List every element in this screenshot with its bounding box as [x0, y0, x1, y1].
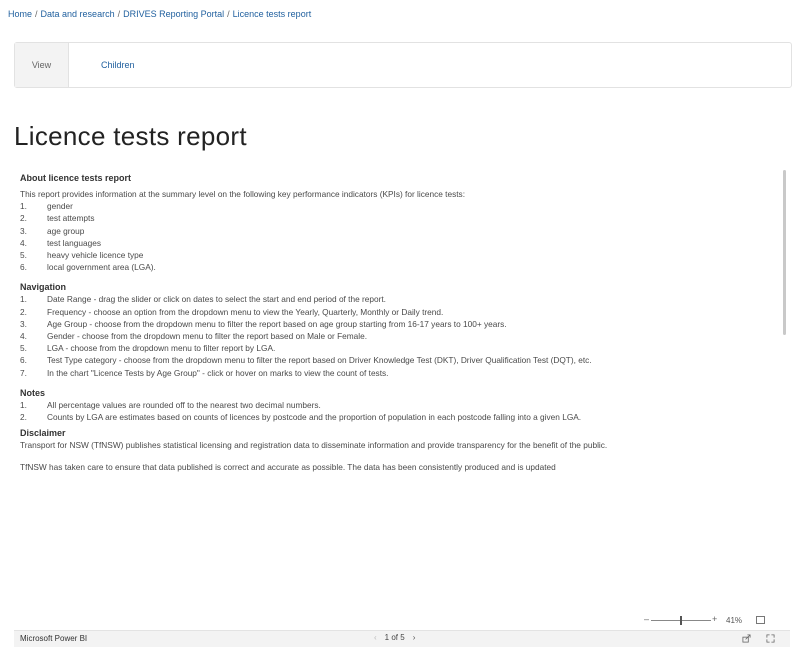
breadcrumb-separator: /	[227, 9, 230, 19]
zoom-out-button[interactable]: –	[644, 614, 649, 624]
notes-list: 1. All percentage values are rounded off …	[20, 399, 782, 423]
list-item: 2. Frequency - choose an option from the …	[20, 306, 444, 317]
about-heading: About licence tests report	[20, 173, 132, 183]
list-item: 5. LGA - choose from the dropdown menu to…	[20, 343, 276, 354]
report-footer: Microsoft Power BI ‹ 1 of 5 ›	[14, 630, 790, 647]
zoom-percent: 41%	[726, 616, 743, 625]
tab-view[interactable]: View	[15, 43, 69, 87]
list-item: 1. Date Range - drag the slider or click …	[20, 294, 386, 305]
kpi-list: 1. gender 2. test attempts 3. age group 4. t…	[20, 200, 782, 273]
list-item: 3. Age Group - choose from the dropdown m…	[20, 318, 507, 329]
previous-page-button[interactable]: ‹	[374, 633, 377, 642]
zoom-in-button[interactable]: +	[712, 614, 717, 624]
list-item: 1. gender	[20, 201, 73, 212]
about-intro: This report provides information at the …	[20, 189, 465, 199]
disclaimer-paragraph: Transport for NSW (TfNSW) publishes stat…	[20, 440, 608, 451]
report-text-panel[interactable]: About licence tests report This report p…	[20, 172, 782, 612]
report-scrollbar[interactable]	[783, 170, 786, 335]
disclaimer-heading: Disclaimer	[20, 428, 66, 439]
page-title: Licence tests report	[14, 121, 247, 152]
share-icon[interactable]	[742, 634, 751, 643]
next-page-button[interactable]: ›	[413, 633, 416, 642]
tab-bar: View Children	[14, 42, 792, 88]
power-bi-report-embed[interactable]: About licence tests report This report p…	[14, 160, 790, 647]
page-navigator: ‹ 1 of 5 ›	[374, 633, 415, 642]
fit-to-page-icon[interactable]	[756, 616, 765, 624]
list-item: 3. age group	[20, 225, 85, 236]
list-item: 5. heavy vehicle licence type	[20, 250, 144, 261]
navigation-heading: Navigation	[20, 282, 67, 293]
breadcrumb-data-and-research[interactable]: Data and research	[41, 9, 115, 19]
zoom-bar: – + 41%	[14, 612, 790, 630]
list-item: 7. In the chart "Licence Tests by Age Gro…	[20, 367, 389, 378]
list-item: 2. test attempts	[20, 213, 95, 224]
breadcrumb-home[interactable]: Home	[8, 9, 32, 19]
list-item: 4. Gender - choose from the dropdown menu…	[20, 331, 368, 342]
breadcrumb-separator: /	[35, 9, 38, 19]
navigation-list: 1. Date Range - drag the slider or click …	[20, 293, 782, 378]
tab-children[interactable]: Children	[89, 43, 147, 87]
list-item: 1. All percentage values are rounded off …	[20, 399, 321, 410]
zoom-slider-thumb[interactable]	[680, 616, 682, 625]
list-item: 2. Counts by LGA are estimates based on c…	[20, 412, 582, 423]
notes-heading: Notes	[20, 387, 46, 398]
breadcrumb: Home / Data and research / DRIVES Reporting …	[8, 9, 311, 19]
breadcrumb-separator: /	[117, 9, 121, 19]
fullscreen-icon[interactable]	[766, 634, 775, 643]
disclaimer-paragraph: TfNSW has taken care to ensure that data…	[20, 462, 556, 473]
list-item: 6. Test Type category - choose from the d…	[20, 355, 592, 366]
list-item: 4. test languages	[20, 237, 101, 248]
breadcrumb-current-page[interactable]: Licence tests report	[233, 9, 312, 19]
page-indicator: 1 of 5	[384, 633, 405, 642]
breadcrumb-drives-reporting-portal[interactable]: DRIVES Reporting Portal	[123, 9, 224, 19]
list-item: 6. local government area (LGA).	[20, 262, 156, 273]
power-bi-brand-link[interactable]: Microsoft Power BI	[20, 634, 87, 643]
